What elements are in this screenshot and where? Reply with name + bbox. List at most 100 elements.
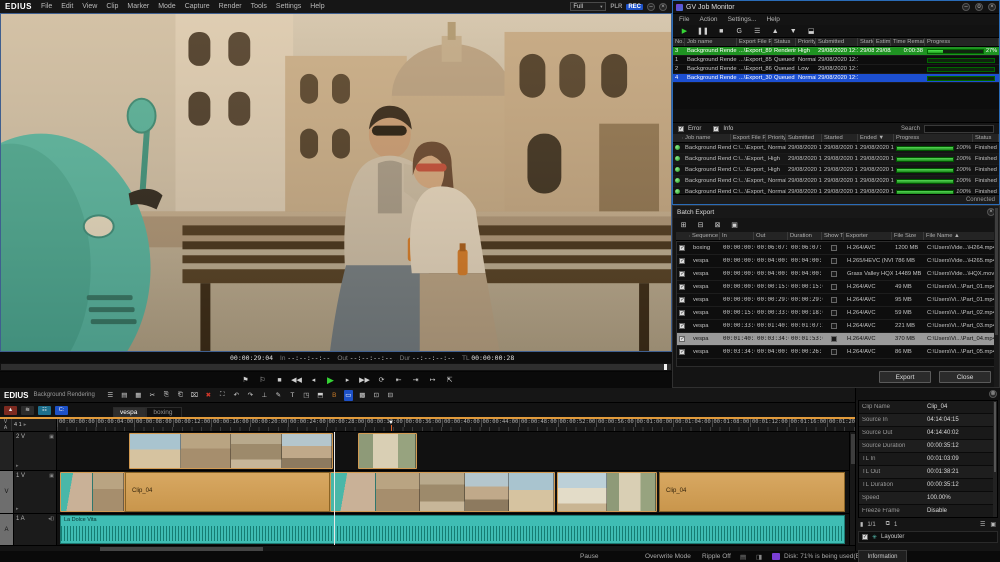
timeline-clip[interactable]: Clip_04 [659,472,845,512]
sync-status-icon[interactable]: ◨ [756,553,762,561]
show-tc-checkbox[interactable]: ✓ [831,310,837,316]
job-monitor-titlebar[interactable]: GV Job Monitor – o × [673,1,999,14]
info-panel-close-button[interactable]: ⊗ [989,390,997,398]
export-icon[interactable]: ⊡ [372,390,381,401]
jm-menu-item[interactable]: Settings... [728,16,757,23]
menu-item[interactable]: Capture [185,3,210,10]
menu-item[interactable]: Tools [251,3,267,10]
menu-item[interactable]: Help [310,3,324,10]
batch-table-header[interactable]: Sequence In Out Duration Show TC Exporte… [676,232,996,241]
stop-jobs-icon[interactable]: ■ [716,26,727,37]
ripple-delete-icon[interactable]: ⌧ [190,390,199,401]
change-exporter-icon[interactable]: ▣ [729,220,740,231]
add-cut-point-icon[interactable]: ⊥ [260,390,269,401]
show-tc-checkbox[interactable]: ✓ [831,284,837,290]
show-tc-checkbox[interactable]: ✓ [831,323,837,329]
timeline-clip[interactable] [358,433,417,469]
sync-mode-icon[interactable]: ▲ [4,406,17,415]
export-jobs-icon[interactable]: ⬓ [806,26,817,37]
jm-menu-item[interactable]: Action [699,16,717,23]
batch-row-checkbox[interactable]: ✓ [679,297,685,303]
group-jobs-icon[interactable]: G [734,26,745,37]
play-icon[interactable]: ▶ [325,375,336,386]
rewind-icon[interactable]: ◀◀ [291,375,302,386]
add-all-sequences-icon[interactable]: ⊠ [712,220,723,231]
frame-back-icon[interactable]: ◂ [308,375,319,386]
menu-item[interactable]: Settings [276,3,301,10]
timeline-menu-icon[interactable]: ☰ [106,390,115,401]
delete-icon[interactable]: ✖ [204,390,213,401]
track-1a-content[interactable]: La Dolce Vita [57,514,855,545]
sequence-tab[interactable]: boxing [146,407,181,417]
track-1v-select-strip[interactable]: V [0,471,14,513]
batch-scrollbar[interactable] [994,206,999,387]
trim-mode-icon[interactable]: ✎ [274,390,283,401]
menu-item[interactable]: Clip [106,3,118,10]
batch-row[interactable]: ✓ vespa 00:00:00:00 00:00:29:04 00:00:29… [677,294,995,307]
set-in-marker-icon[interactable]: ⚑ [240,375,251,386]
remove-from-batch-icon[interactable]: ⊟ [695,220,706,231]
track-expand-icon[interactable]: ▸ [16,506,19,512]
start-jobs-icon[interactable]: ▶ [679,26,690,37]
title-tool-icon[interactable]: T [288,390,297,401]
preview-zoom-select[interactable]: Full ▼ [570,2,606,11]
batch-row-checkbox[interactable]: ✓ [679,245,685,251]
frame-forward-icon[interactable]: ▸ [342,375,353,386]
info-scrollbar[interactable] [993,401,997,517]
cut-icon[interactable]: ✂ [148,390,157,401]
paste-icon[interactable]: ⎗ [176,390,185,401]
show-tc-checkbox[interactable]: ✓ [831,245,837,251]
show-tc-checkbox[interactable]: ✓ [831,297,837,303]
information-tab[interactable]: Information [858,550,907,562]
capture-icon[interactable]: ⊟ [386,390,395,401]
batch-row-checkbox[interactable]: ✓ [679,271,685,277]
batch-row[interactable]: ✓ vespa 00:00:00:00 00:04:00:19 00:04:00… [677,268,995,281]
fast-forward-icon[interactable]: ▶▶ [359,375,370,386]
track-2v-select-strip[interactable] [0,432,14,470]
track-1a-select-strip[interactable]: A [0,514,14,545]
goto-marker-icon[interactable]: ↦ [427,375,438,386]
jm-help-button[interactable]: o [975,3,983,11]
batch-export-titlebar[interactable]: Batch Export × [673,206,999,218]
detail-view-icon[interactable]: ▣ [990,521,996,528]
timeline-clip[interactable] [557,472,657,512]
pause-jobs-icon[interactable]: ❚❚ [697,26,709,37]
batch-row-checkbox[interactable]: ✓ [679,310,685,316]
layouter-row[interactable]: ✓ ✳ Layouter [858,531,998,543]
track-expand-icon[interactable]: ▸ [16,463,19,469]
jm-menu-item[interactable]: File [679,16,689,23]
error-checkbox[interactable]: ✓ [678,126,684,132]
batch-row[interactable]: ✓ boxing 00:00:00:00 00:06:07:11 00:06:0… [677,242,995,255]
timeline-clip[interactable] [129,433,333,469]
preview-seek-bar[interactable] [0,363,672,371]
add-to-batch-icon[interactable]: ⊞ [678,220,689,231]
export-frame-icon[interactable]: ⇱ [444,375,455,386]
Background Rendering...[interactable]: 2 Background Rendering... ...\Export_86.… [673,65,999,74]
seek-thumb[interactable] [664,364,667,370]
batch-row-checkbox[interactable]: ✓ [679,258,685,264]
menu-item[interactable]: Mode [158,3,176,10]
Background Rendering...[interactable]: Background Rendering... C:\...\Export_06… [673,165,999,176]
track-patch-panel[interactable]: VA 4 1▸ [0,419,57,431]
show-tc-checkbox[interactable]: ✓ [831,349,837,355]
batch-row[interactable]: ✓ vespa 00:00:00:00 00:00:15:00 00:00:15… [677,281,995,294]
Background Rendering...[interactable]: Background Rendering... C:\...\Export_04… [673,143,999,154]
show-tc-checkbox[interactable]: ✓ [831,258,837,264]
priority-down-icon[interactable]: ▼ [788,26,799,37]
show-tc-checkbox[interactable]: ✓ [831,271,837,277]
Background Rendering...[interactable]: 1 Background Rendering... ...\Export_85.… [673,56,999,65]
effects-icon[interactable]: ◳ [302,390,311,401]
Background Rendering...[interactable]: 3 Background Rendering... ...\Export_89.… [673,47,999,56]
mixer-icon[interactable]: B [330,390,339,401]
jm-menu-item[interactable]: Help [766,16,779,23]
jm-close-button[interactable]: × [988,3,996,11]
batch-row[interactable]: ✓ vespa 00:01:40:23 00:03:34:04 00:01:53… [677,333,995,346]
job-list-icon[interactable]: ☰ [752,26,763,37]
batch-row[interactable]: ✓ vespa 00:00:00:00 00:04:00:19 00:04:00… [677,255,995,268]
timeline-clip[interactable]: Clip_04 [125,472,330,512]
layouter-checkbox[interactable]: ✓ [862,534,868,540]
Background Rendering...[interactable]: Background Rendering... C:\...\Export_07… [673,154,999,165]
goto-out-icon[interactable]: ⇥ [410,375,421,386]
render-inout-icon[interactable]: ▩ [358,390,367,401]
set-between-inout-icon[interactable]: ▭ [344,390,353,401]
